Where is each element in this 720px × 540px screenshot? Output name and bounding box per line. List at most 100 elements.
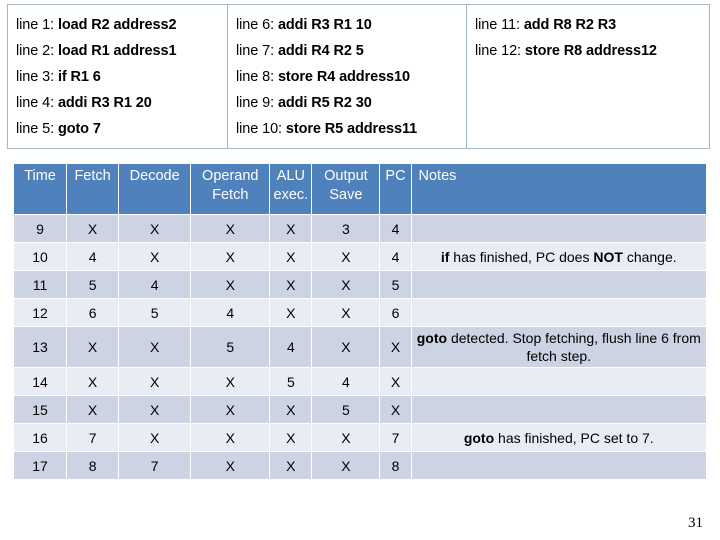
code-line: line 5: goto 7 bbox=[16, 116, 227, 142]
cell-alu-exec: 5 bbox=[270, 368, 312, 395]
cell-operand-fetch: X bbox=[191, 243, 270, 270]
cell-notes bbox=[411, 271, 706, 298]
table-body: 9 X X X X 3 4 10 4 X X X X 4 if has finished, PC does … bbox=[14, 215, 706, 479]
cell-time: 10 bbox=[14, 243, 67, 270]
table-row: 16 7 X X X X 7 goto has finished, PC set to 7. bbox=[14, 424, 706, 451]
code-column-3: line 11: add R8 R2 R3 line 12: store R8 a… bbox=[467, 5, 709, 148]
cell-alu-exec: X bbox=[270, 424, 312, 451]
column-header-decode: Decode bbox=[119, 164, 191, 214]
cell-operand-fetch: X bbox=[191, 271, 270, 298]
cell-alu-exec: X bbox=[270, 396, 312, 423]
code-line: line 9: addi R5 R2 30 bbox=[236, 90, 466, 116]
cell-pc: 6 bbox=[380, 299, 411, 326]
code-line-instruction: load R2 address2 bbox=[57, 17, 177, 33]
cell-decode: X bbox=[119, 368, 191, 395]
cell-fetch: 7 bbox=[67, 424, 119, 451]
code-line: line 6: addi R3 R1 10 bbox=[236, 12, 466, 38]
code-line-label: line 9: bbox=[236, 95, 274, 111]
cell-alu-exec: X bbox=[270, 215, 312, 242]
cell-operand-fetch: X bbox=[191, 215, 270, 242]
cell-alu-exec: X bbox=[270, 299, 312, 326]
cell-time: 11 bbox=[14, 271, 67, 298]
cell-output-save: X bbox=[312, 452, 380, 479]
cell-output-save: 3 bbox=[312, 215, 380, 242]
cell-time: 14 bbox=[14, 368, 67, 395]
cell-output-save: 4 bbox=[312, 368, 380, 395]
code-line-label: line 1: bbox=[16, 17, 54, 33]
code-line-label: line 2: bbox=[16, 43, 54, 59]
code-line-instruction: store R5 address11 bbox=[285, 121, 418, 137]
code-line-instruction: if R1 6 bbox=[57, 69, 101, 85]
cell-pc: 8 bbox=[380, 452, 411, 479]
table-header: Time Fetch Decode Operand Fetch ALU exec… bbox=[14, 164, 706, 214]
cell-output-save: X bbox=[312, 424, 380, 451]
cell-notes: if has finished, PC does NOT change. bbox=[411, 243, 706, 270]
cell-time: 17 bbox=[14, 452, 67, 479]
cell-output-save: X bbox=[312, 243, 380, 270]
cell-fetch: X bbox=[67, 368, 119, 395]
cell-alu-exec: 4 bbox=[270, 327, 312, 367]
cell-decode: X bbox=[119, 215, 191, 242]
cell-fetch: 4 bbox=[67, 243, 119, 270]
code-line-label: line 3: bbox=[16, 69, 54, 85]
code-line-instruction: addi R5 R2 30 bbox=[277, 95, 372, 111]
cell-output-save: X bbox=[312, 327, 380, 367]
code-line-instruction: goto 7 bbox=[57, 121, 101, 137]
cell-operand-fetch: 5 bbox=[191, 327, 270, 367]
table-row: 12 6 5 4 X X 6 bbox=[14, 299, 706, 326]
cell-fetch: X bbox=[67, 327, 119, 367]
cell-alu-exec: X bbox=[270, 452, 312, 479]
cell-pc: 7 bbox=[380, 424, 411, 451]
cell-fetch: 6 bbox=[67, 299, 119, 326]
cell-time: 16 bbox=[14, 424, 67, 451]
cell-decode: X bbox=[119, 424, 191, 451]
cell-operand-fetch: X bbox=[191, 424, 270, 451]
table-row: 17 8 7 X X X 8 bbox=[14, 452, 706, 479]
cell-pc: 5 bbox=[380, 271, 411, 298]
code-line: line 4: addi R3 R1 20 bbox=[16, 90, 227, 116]
code-column-2: line 6: addi R3 R1 10 line 7: addi R4 R2 … bbox=[228, 5, 467, 148]
code-line: line 12: store R8 address12 bbox=[475, 38, 709, 64]
cell-pc: X bbox=[380, 368, 411, 395]
code-line-label: line 11: bbox=[475, 17, 520, 33]
code-line: line 10: store R5 address11 bbox=[236, 116, 466, 142]
column-header-time: Time bbox=[14, 164, 67, 214]
cell-output-save: X bbox=[312, 299, 380, 326]
column-header-operand-fetch: Operand Fetch bbox=[191, 164, 270, 214]
header-row: Time Fetch Decode Operand Fetch ALU exec… bbox=[14, 164, 706, 214]
cell-decode: 7 bbox=[119, 452, 191, 479]
cell-pc: 4 bbox=[380, 243, 411, 270]
column-header-pc: PC bbox=[380, 164, 411, 214]
code-line-instruction: addi R3 R1 20 bbox=[57, 95, 152, 111]
code-line-instruction: addi R3 R1 10 bbox=[277, 17, 372, 33]
code-line: line 3: if R1 6 bbox=[16, 64, 227, 90]
cell-notes bbox=[411, 368, 706, 395]
table-row: 9XXXX34 bbox=[14, 215, 706, 242]
column-header-output-save: Output Save bbox=[312, 164, 380, 214]
table-row: 15 X X X X 5 X bbox=[14, 396, 706, 423]
cell-decode: X bbox=[119, 396, 191, 423]
cell-notes bbox=[411, 452, 706, 479]
pipeline-timing-table: Time Fetch Decode Operand Fetch ALU exec… bbox=[13, 163, 707, 480]
table-row: 14 X X X 5 4 X bbox=[14, 368, 706, 395]
cell-pc: 4 bbox=[380, 215, 411, 242]
code-line-instruction: addi R4 R2 5 bbox=[277, 43, 364, 59]
code-line-instruction: load R1 address1 bbox=[57, 43, 177, 59]
cell-alu-exec: X bbox=[270, 243, 312, 270]
cell-decode: 5 bbox=[119, 299, 191, 326]
cell-decode: X bbox=[119, 243, 191, 270]
cell-fetch: 5 bbox=[67, 271, 119, 298]
cell-notes bbox=[411, 299, 706, 326]
code-line: line 11: add R8 R2 R3 bbox=[475, 12, 709, 38]
cell-pc: X bbox=[380, 396, 411, 423]
code-line-instruction: store R4 address10 bbox=[277, 69, 410, 85]
code-line: line 1: load R2 address2 bbox=[16, 12, 227, 38]
code-line: line 7: addi R4 R2 5 bbox=[236, 38, 466, 64]
table-row: 11 5 4 X X X 5 bbox=[14, 271, 706, 298]
cell-output-save: 5 bbox=[312, 396, 380, 423]
page-number: 31 bbox=[688, 515, 703, 531]
cell-pc: X bbox=[380, 327, 411, 367]
cell-time: 15 bbox=[14, 396, 67, 423]
code-line: line 2: load R1 address1 bbox=[16, 38, 227, 64]
cell-time: 13 bbox=[14, 327, 67, 367]
